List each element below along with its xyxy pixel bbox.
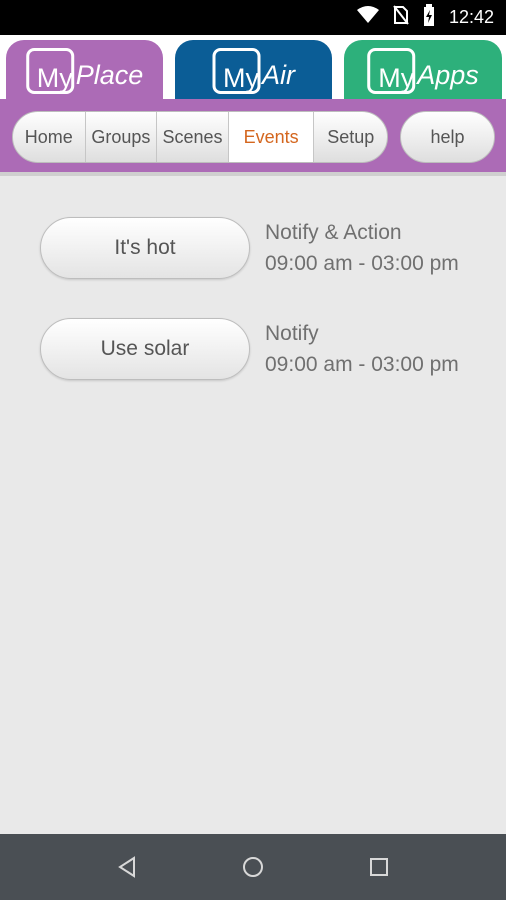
tab-myair-label: Air bbox=[262, 60, 295, 90]
recents-icon[interactable] bbox=[349, 834, 409, 900]
nav-groups-button[interactable]: Groups bbox=[86, 112, 158, 162]
nav-events-button[interactable]: Events bbox=[228, 112, 315, 162]
tab-myapps-label: Apps bbox=[417, 60, 479, 90]
nav-setup-button[interactable]: Setup bbox=[314, 112, 387, 162]
help-button[interactable]: help bbox=[400, 111, 495, 163]
status-time: 12:42 bbox=[448, 7, 494, 27]
myplace-logo: My Place bbox=[25, 46, 144, 94]
no-sim-icon bbox=[393, 5, 409, 30]
myapps-logo: My Apps bbox=[367, 46, 479, 94]
battery-charging-icon bbox=[423, 4, 435, 31]
event-details: Notify & Action 09:00 am - 03:00 pm bbox=[265, 217, 459, 279]
section-nav-group: Home Groups Scenes Events Setup bbox=[12, 111, 388, 163]
event-button-its-hot[interactable]: It's hot bbox=[40, 217, 250, 279]
section-nav-bar: Home Groups Scenes Events Setup help bbox=[0, 99, 506, 176]
status-bar: 12:42 bbox=[0, 0, 506, 35]
event-row: Use solar Notify 09:00 am - 03:00 pm bbox=[40, 318, 490, 380]
myair-logo: My Air bbox=[212, 46, 295, 94]
event-type: Notify & Action bbox=[265, 221, 402, 244]
tab-myplace-label: Place bbox=[75, 60, 144, 90]
event-type: Notify bbox=[265, 322, 319, 345]
app-tabs: My Place My Air My Apps bbox=[0, 35, 506, 102]
nav-scenes-button[interactable]: Scenes bbox=[157, 112, 229, 162]
event-time: 09:00 am - 03:00 pm bbox=[265, 353, 459, 376]
event-button-use-solar[interactable]: Use solar bbox=[40, 318, 250, 380]
event-time: 09:00 am - 03:00 pm bbox=[265, 252, 459, 275]
home-icon[interactable] bbox=[223, 834, 283, 900]
back-icon[interactable] bbox=[97, 834, 157, 900]
wifi-icon bbox=[356, 6, 379, 29]
tab-myair[interactable]: My Air bbox=[175, 40, 332, 102]
android-nav-bar bbox=[0, 834, 506, 900]
event-details: Notify 09:00 am - 03:00 pm bbox=[265, 318, 459, 380]
nav-home-button[interactable]: Home bbox=[13, 112, 86, 162]
status-icons: 12:42 bbox=[356, 0, 494, 35]
event-row: It's hot Notify & Action 09:00 am - 03:0… bbox=[40, 217, 490, 279]
tab-myplace[interactable]: My Place bbox=[6, 40, 163, 102]
nav-divider bbox=[0, 172, 506, 176]
tab-myapps[interactable]: My Apps bbox=[344, 40, 502, 102]
